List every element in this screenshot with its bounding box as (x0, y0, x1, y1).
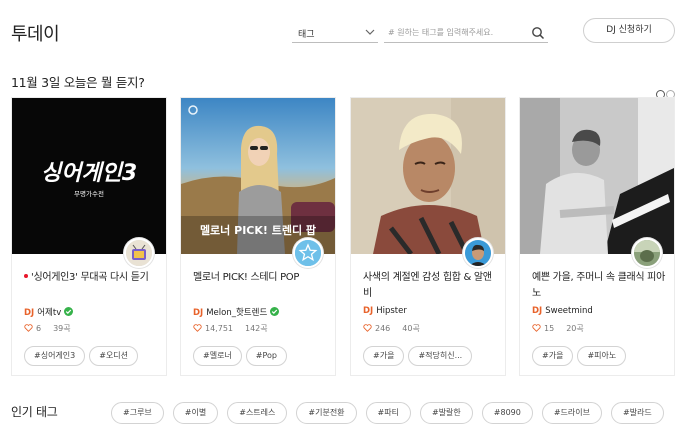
card-tag-list: #싱어게인3 #오디션 (24, 343, 142, 366)
track-count: 142곡 (245, 324, 268, 333)
like-count: 246 (375, 324, 391, 333)
cover-overlay-text: 멜로너 PICK! 트렌디 팝 (200, 223, 316, 237)
playlist-card[interactable]: 예쁜 가을, 주머니 속 클래식 피아노 DJ Sweetmind 15 20곡 #… (519, 97, 675, 376)
playlist-stats: 6 39곡 (24, 323, 71, 334)
heart-icon[interactable] (363, 323, 372, 332)
verified-check-icon (270, 307, 280, 316)
dj-name: Sweetmind (545, 306, 593, 316)
tag-chip[interactable]: #오디션 (89, 346, 139, 366)
dj-avatar[interactable] (124, 238, 154, 268)
piano-player-photo (520, 98, 674, 254)
verified-check-icon (64, 307, 74, 316)
popular-tags-title: 인기 태그 (11, 405, 58, 419)
dj-avatar[interactable] (293, 238, 323, 268)
chevron-down-icon (365, 29, 375, 35)
tag-type-select[interactable]: 태그 (292, 23, 378, 43)
card-tag-list: #가을 #피아노 (532, 343, 630, 366)
like-count: 6 (36, 324, 42, 333)
dj-prefix: DJ (193, 308, 204, 318)
playlist-thumbnail[interactable] (351, 98, 505, 254)
popular-tag-chip[interactable]: #기분전환 (296, 402, 357, 424)
playlist-title[interactable]: 예쁜 가을, 주머니 속 클래식 피아노 (532, 270, 666, 302)
popular-tag-chip[interactable]: #파티 (365, 402, 411, 424)
tv-icon (126, 240, 152, 266)
tag-chip[interactable]: #적당히신... (408, 346, 473, 366)
playlist-title[interactable]: 멜로너 PICK! 스테디 POP (193, 270, 327, 286)
like-count: 15 (544, 324, 555, 333)
dj-prefix: DJ (24, 308, 35, 318)
girl-outdoor-photo: 멜로너 PICK! 트렌디 팝 (181, 98, 335, 254)
playlist-stats: 15 20곡 (532, 323, 584, 334)
dj-info[interactable]: DJ Sweetmind (532, 306, 593, 316)
like-count: 14,751 (205, 324, 233, 333)
tag-chip[interactable]: #Pop (245, 346, 288, 366)
section-title: 11월 3일 오늘은 뭘 듣지? (11, 75, 145, 90)
dj-name: Melon_핫트렌드 (206, 308, 268, 318)
playlist-thumbnail[interactable]: 멜로너 PICK! 트렌디 팝 (181, 98, 335, 254)
card-tag-list: #가을 #적당히신... (363, 343, 476, 366)
dj-avatar[interactable] (463, 238, 493, 268)
singagain-cover-image: 싱어게인3 무명가수전 (12, 98, 166, 254)
popular-tag-chip[interactable]: #드라이브 (541, 402, 602, 424)
star-icon (295, 240, 321, 266)
dj-info[interactable]: DJ Hipster (363, 306, 407, 316)
tag-chip[interactable]: #가을 (532, 346, 574, 366)
playlist-stats: 14,751 142곡 (193, 323, 268, 334)
new-badge (24, 274, 28, 278)
tag-chip[interactable]: #가을 (363, 346, 405, 366)
dj-apply-button[interactable]: DJ 신청하기 (583, 18, 675, 43)
popular-tag-chip[interactable]: #그루브 (111, 402, 164, 424)
dj-prefix: DJ (363, 306, 374, 316)
playlist-card[interactable]: 사색의 계절엔 감성 힙합 & 알앤비 DJ Hipster 246 40곡 #가을… (350, 97, 506, 376)
dj-name: Hipster (376, 306, 407, 316)
heart-icon[interactable] (193, 323, 202, 332)
heart-icon[interactable] (24, 323, 33, 332)
track-count: 39곡 (53, 324, 71, 333)
popular-tag-chip[interactable]: #발라드 (611, 402, 664, 424)
popular-tag-list: #그루브 #이별 #스트레스 #기분전환 #파티 #발랄한 #8090 #드라이브 #발라드 (111, 400, 673, 424)
dj-avatar[interactable] (632, 238, 662, 268)
playlist-card[interactable]: 싱어게인3 무명가수전 '싱어게인3' 무대곡 다시 듣기 DJ 어제tv 6 39… (11, 97, 167, 376)
man-portrait-photo (351, 98, 505, 254)
dj-info[interactable]: DJ 어제tv (24, 306, 74, 318)
popular-tag-chip[interactable]: #이별 (172, 402, 219, 424)
popular-tag-chip[interactable]: #발랄한 (419, 402, 473, 424)
dj-name: 어제tv (37, 308, 62, 318)
tag-search-input[interactable] (388, 25, 524, 40)
dj-profile-photo (465, 240, 491, 266)
cover-title-text: 싱어게인3 (41, 161, 137, 186)
heart-icon[interactable] (532, 323, 541, 332)
tag-search-box (384, 23, 548, 43)
search-icon[interactable] (531, 26, 545, 40)
card-tag-list: #멜로너 #Pop (193, 343, 291, 366)
dj-profile-photo (634, 240, 660, 266)
cover-subtitle-text: 무명가수전 (74, 189, 104, 198)
track-count: 20곡 (566, 324, 584, 333)
tag-type-select-value: 태그 (298, 30, 315, 40)
playlist-thumbnail[interactable] (520, 98, 674, 254)
playlist-stats: 246 40곡 (363, 323, 420, 334)
playlist-title[interactable]: '싱어게인3' 무대곡 다시 듣기 (24, 270, 158, 286)
popular-tag-chip[interactable]: #8090 (481, 402, 533, 424)
page-title: 투데이 (11, 24, 60, 45)
dj-prefix: DJ (532, 306, 543, 316)
tag-chip[interactable]: #멜로너 (193, 346, 242, 366)
playlist-title-text: '싱어게인3' 무대곡 다시 듣기 (31, 272, 149, 283)
tag-chip[interactable]: #피아노 (577, 346, 627, 366)
dj-info[interactable]: DJ Melon_핫트렌드 (193, 306, 280, 318)
tag-chip[interactable]: #싱어게인3 (24, 346, 86, 366)
track-count: 40곡 (402, 324, 420, 333)
popular-tag-chip[interactable]: #스트레스 (227, 402, 288, 424)
playlist-card[interactable]: 멜로너 PICK! 트렌디 팝 멜로너 PICK! 스테디 POP DJ Melo… (180, 97, 336, 376)
playlist-title[interactable]: 사색의 계절엔 감성 힙합 & 알앤비 (363, 270, 497, 302)
playlist-thumbnail[interactable]: 싱어게인3 무명가수전 (12, 98, 166, 254)
